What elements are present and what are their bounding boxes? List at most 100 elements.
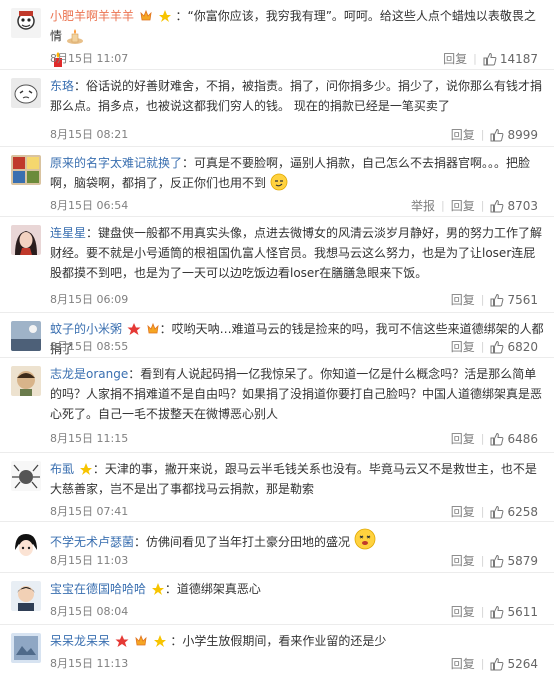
username[interactable]: 布虱 bbox=[50, 462, 74, 476]
reply-button[interactable]: 回复 bbox=[451, 338, 475, 355]
thumbs-up-icon bbox=[490, 432, 504, 445]
comment-item: 布虱 ：天津的事，撇开来说，跟马云半毛钱关系也没有。毕竟马云又不是救世主，也不是… bbox=[0, 453, 554, 522]
comment-time: 8月15日 11:15 bbox=[50, 432, 129, 445]
level-badge-icon bbox=[151, 581, 165, 595]
vip-badge-icon bbox=[139, 8, 153, 21]
divider: | bbox=[473, 52, 477, 65]
username[interactable]: 不学无术卢瑟菌 bbox=[50, 535, 134, 549]
username[interactable]: 呆呆龙呆呆 bbox=[50, 634, 110, 648]
comment-item: 东珞：俗话说的好善财难舍，不捐，被指责。捐了，问你捐多少。捐少了，说你那么有钱才… bbox=[0, 70, 554, 147]
username[interactable]: 志龙是orange bbox=[50, 367, 128, 381]
like-count: 5879 bbox=[507, 553, 538, 568]
thumbs-up-icon bbox=[490, 605, 504, 618]
avatar[interactable] bbox=[11, 8, 41, 38]
thumbs-up-icon bbox=[483, 52, 497, 65]
avatar[interactable] bbox=[11, 581, 41, 611]
divider: | bbox=[480, 293, 485, 306]
comment-text: ：键盘侠一般都不用真实头像，点进去微博女的风清云淡岁月静好，男的努力工作了解财经… bbox=[50, 226, 543, 280]
avatar[interactable] bbox=[11, 155, 41, 185]
reply-button[interactable]: 回复 bbox=[451, 552, 475, 569]
divider: | bbox=[480, 432, 485, 445]
vip-badge-icon bbox=[134, 633, 148, 646]
member-star-icon bbox=[115, 633, 129, 647]
divider: | bbox=[480, 199, 485, 212]
like-count: 7561 bbox=[507, 292, 538, 307]
comment-item: 小肥羊啊羊羊羊 ：“你富你应该，我穷我有理”。呵呵。给这些人点个蜡烛以表敬畏之情… bbox=[0, 0, 554, 70]
reply-button[interactable]: 回复 bbox=[451, 291, 475, 308]
reply-button[interactable]: 回复 bbox=[451, 197, 475, 214]
comment-item: 蚊子的小米粥 ：哎哟天呐…难道马云的钱是捡来的吗，我可不信这些来道德绑架的人都捐… bbox=[0, 313, 554, 358]
like-count: 5264 bbox=[507, 656, 538, 671]
reply-button[interactable]: 回复 bbox=[451, 655, 475, 672]
comment-item: 不学无术卢瑟菌：仿佛间看见了当年打土豪分田地的盛况 8月15日 11:03 回复… bbox=[0, 522, 554, 573]
thumbs-up-icon bbox=[490, 340, 504, 353]
username[interactable]: 小肥羊啊羊羊羊 bbox=[50, 9, 134, 23]
like-count: 6820 bbox=[507, 339, 538, 354]
comment-time: 8月15日 11:07 bbox=[50, 52, 129, 65]
comment-time: 8月15日 11:13 bbox=[50, 657, 129, 670]
avatar[interactable] bbox=[11, 530, 41, 560]
like-count: 6486 bbox=[507, 431, 538, 446]
like-button[interactable]: 5264 bbox=[490, 657, 538, 671]
like-button[interactable]: 7561 bbox=[490, 293, 538, 307]
reply-button[interactable]: 回复 bbox=[443, 50, 467, 67]
thumbs-up-icon bbox=[490, 293, 504, 306]
comment-time: 8月15日 06:09 bbox=[50, 293, 129, 306]
like-count: 8999 bbox=[507, 127, 538, 142]
comment-time: 8月15日 08:21 bbox=[50, 128, 129, 141]
comment-item: 宝宝在德国哈哈哈 ：道德绑架真恶心 8月15日 08:04 回复 | 5611 bbox=[0, 573, 554, 625]
like-button[interactable]: 6258 bbox=[490, 505, 538, 519]
comment-time: 8月15日 07:41 bbox=[50, 505, 129, 518]
like-button[interactable]: 6486 bbox=[490, 432, 538, 446]
divider: | bbox=[480, 505, 485, 518]
username[interactable]: 宝宝在德国哈哈哈 bbox=[50, 582, 146, 596]
username[interactable]: 蚊子的小米粥 bbox=[50, 322, 122, 336]
reply-button[interactable]: 回复 bbox=[451, 126, 475, 143]
level-badge-icon bbox=[158, 8, 172, 22]
username[interactable]: 连星星 bbox=[50, 226, 86, 240]
divider: | bbox=[480, 554, 485, 567]
comment-text: ：天津的事，撇开来说，跟马云半毛钱关系也没有。毕竟马云又不是救世主，也不是大慈善… bbox=[50, 462, 537, 496]
avatar[interactable] bbox=[11, 366, 41, 396]
reply-button[interactable]: 回复 bbox=[451, 603, 475, 620]
thumbs-up-icon bbox=[490, 554, 504, 567]
comment-time: 8月15日 06:54 bbox=[50, 199, 129, 212]
comment-item: 志龙是orange：看到有人说起码捐一亿我惊呆了。你知道一亿是什么概念吗？活是那… bbox=[0, 358, 554, 453]
reply-button[interactable]: 回复 bbox=[451, 430, 475, 447]
avatar[interactable] bbox=[11, 78, 41, 108]
comment-text: ：道德绑架真恶心 bbox=[164, 582, 261, 596]
avatar[interactable] bbox=[11, 321, 41, 351]
thumbs-up-icon bbox=[490, 657, 504, 670]
like-button[interactable]: 8999 bbox=[490, 128, 538, 142]
username[interactable]: 东珞 bbox=[50, 79, 74, 93]
like-button[interactable]: 6820 bbox=[490, 340, 538, 354]
thumbs-up-icon bbox=[490, 199, 504, 212]
comment-feed: 小肥羊啊羊羊羊 ：“你富你应该，我穷我有理”。呵呵。给这些人点个蜡烛以表敬畏之情… bbox=[0, 0, 554, 676]
username[interactable]: 原来的名字太难记就换了 bbox=[50, 156, 182, 170]
divider: | bbox=[480, 128, 485, 141]
avatar[interactable] bbox=[11, 225, 41, 255]
level-badge-icon bbox=[153, 633, 167, 647]
comment-item: 原来的名字太难记就换了：可真是不要脸啊，逼别人捐款，自己怎么不去捐器官啊。。。把… bbox=[0, 147, 554, 217]
like-count: 5611 bbox=[507, 604, 538, 619]
member-star-icon bbox=[127, 321, 141, 335]
like-button[interactable]: 5879 bbox=[490, 554, 538, 568]
like-button[interactable]: 8703 bbox=[490, 199, 538, 213]
like-count: 8703 bbox=[507, 198, 538, 213]
like-count: 6258 bbox=[507, 504, 538, 519]
avatar[interactable] bbox=[11, 461, 41, 491]
avatar[interactable] bbox=[11, 633, 41, 663]
like-button[interactable]: 5611 bbox=[490, 605, 538, 619]
thumbs-up-icon bbox=[490, 505, 504, 518]
divider: | bbox=[480, 340, 485, 353]
report-button[interactable]: 举报 bbox=[411, 197, 435, 214]
reply-button[interactable]: 回复 bbox=[451, 503, 475, 520]
divider: | bbox=[480, 657, 485, 670]
level-badge-icon bbox=[79, 461, 93, 475]
comment-text: ：小学生放假期间，看来作业留的还是少 bbox=[170, 634, 387, 648]
comment-time: 8月15日 08:55 bbox=[50, 340, 129, 353]
comment-item: 呆呆龙呆呆 ：小学生放假期间，看来作业留的还是少 8月15日 11:13 回复 … bbox=[0, 625, 554, 676]
comment-time: 8月15日 11:03 bbox=[50, 554, 129, 567]
divider: | bbox=[441, 199, 445, 212]
like-button[interactable]: 14187 bbox=[483, 52, 538, 66]
